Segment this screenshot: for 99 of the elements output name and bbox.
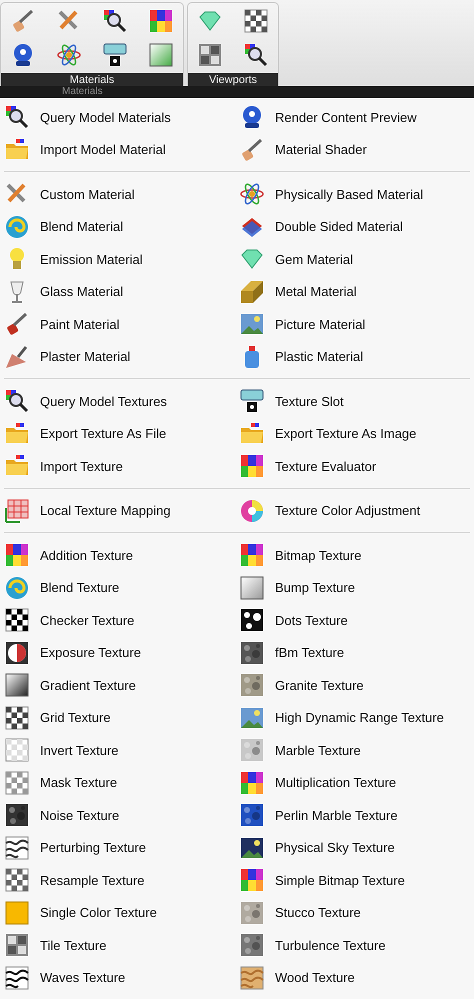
panel-title: Materials: [1, 73, 183, 86]
menu-item[interactable]: Picture Material: [239, 308, 470, 340]
menu-item[interactable]: Blend Texture: [4, 572, 239, 604]
menu-item[interactable]: Double Sided Material: [239, 210, 470, 243]
menu-item[interactable]: Perturbing Texture: [4, 832, 239, 864]
noise-icon: [239, 900, 265, 926]
tile-icon: [197, 42, 223, 68]
atom-icon: [239, 181, 265, 208]
menu-item[interactable]: Noise Texture: [4, 799, 239, 832]
menu-item[interactable]: Stucco Texture: [239, 896, 470, 929]
trowel-icon: [4, 344, 30, 370]
checker-icon: [4, 607, 30, 634]
menu-item[interactable]: Query Model Materials: [4, 101, 239, 134]
menu-item[interactable]: Tile Texture: [4, 929, 239, 962]
menu-item[interactable]: Emission Material: [4, 243, 239, 276]
menu-item[interactable]: Blend Material: [4, 210, 239, 243]
menu-item[interactable]: Simple Bitmap Texture: [239, 864, 470, 896]
brush-icon: [4, 311, 30, 338]
menu-item[interactable]: Checker Texture: [4, 604, 239, 636]
menu-item[interactable]: Addition Texture: [4, 539, 239, 572]
metal-bars-icon: [239, 278, 265, 305]
menu-item[interactable]: Render Content Preview: [239, 101, 470, 134]
noise-icon: [4, 802, 30, 828]
noise-icon: [239, 932, 265, 958]
color-grid-icon: [239, 542, 265, 568]
menu-item[interactable]: Import Texture: [4, 450, 239, 482]
menu-item[interactable]: Waves Texture: [4, 962, 239, 994]
menu-item[interactable]: Invert Texture: [4, 734, 239, 766]
menu-item[interactable]: Metal Material: [239, 276, 470, 308]
panel-title: Viewports: [188, 73, 278, 86]
swirl-icon: [4, 574, 30, 601]
menu-item[interactable]: fBm Texture: [239, 636, 470, 669]
menu-item[interactable]: Texture Evaluator: [239, 450, 470, 482]
gradient-icon: [4, 672, 30, 698]
menu-item[interactable]: Plastic Material: [239, 340, 470, 373]
menu-item[interactable]: High Dynamic Range Texture: [239, 702, 470, 734]
menu-item[interactable]: Mask Texture: [4, 766, 239, 799]
menu-item[interactable]: Texture Color Adjustment: [239, 494, 470, 527]
checker-icon: [243, 8, 269, 34]
square-icon: [4, 900, 30, 926]
menu-item[interactable]: Marble Texture: [239, 734, 470, 766]
color-grid-icon: [4, 542, 30, 568]
noise-icon: [239, 640, 265, 666]
wave-icon: [4, 834, 30, 861]
tile-icon: [4, 932, 30, 958]
magnifier-icon: [243, 42, 269, 68]
noise-icon: [239, 802, 265, 828]
menu-item[interactable]: Query Model Textures: [4, 385, 239, 418]
magnifier-icon: [4, 388, 30, 414]
menu-item[interactable]: Physical Sky Texture: [239, 832, 470, 864]
menu-item[interactable]: Grid Texture: [4, 702, 239, 734]
menu-item[interactable]: Wood Texture: [239, 962, 470, 994]
checker-icon: [4, 737, 30, 764]
reflected-title: Materials: [62, 86, 103, 98]
magnifier-icon: [4, 104, 30, 130]
brush-icon: [10, 8, 36, 34]
wave-icon: [239, 964, 265, 991]
menu-item[interactable]: Granite Texture: [239, 669, 470, 702]
color-grid-icon: [239, 770, 265, 796]
grid-arrow-icon: [4, 498, 30, 524]
checker-icon: [4, 770, 30, 796]
menu-item[interactable]: Import Model Material: [4, 134, 239, 166]
menu-item[interactable]: Material Shader: [239, 134, 470, 166]
menu-item[interactable]: Exposure Texture: [4, 636, 239, 669]
checker-icon: [4, 704, 30, 731]
wave-icon: [4, 964, 30, 991]
menu-item[interactable]: Gem Material: [239, 243, 470, 276]
menu-item[interactable]: Local Texture Mapping: [4, 494, 239, 527]
menu-item[interactable]: Single Color Texture: [4, 896, 239, 929]
magnifier-icon: [102, 8, 128, 34]
menu-item[interactable]: Perlin Marble Texture: [239, 799, 470, 832]
menu-item[interactable]: Gradient Texture: [4, 669, 239, 702]
menu-item[interactable]: Export Texture As Image: [239, 418, 470, 450]
swirl-icon: [4, 214, 30, 240]
menu-item[interactable]: Multiplication Texture: [239, 766, 470, 799]
menu-item[interactable]: Export Texture As File: [4, 418, 239, 450]
color-grid-icon: [239, 867, 265, 894]
menu-item[interactable]: Texture Slot: [239, 385, 470, 418]
dots-icon: [239, 607, 265, 634]
atom-icon: [56, 42, 82, 68]
menu-item[interactable]: Glass Material: [4, 276, 239, 308]
color-grid-icon: [239, 453, 265, 480]
brush-icon: [239, 136, 265, 163]
menu-item[interactable]: Bitmap Texture: [239, 539, 470, 572]
menu-item[interactable]: Turbulence Texture: [239, 929, 470, 962]
color-grid-icon: [148, 8, 174, 34]
gradient-icon: [148, 42, 174, 68]
menu-item[interactable]: Resample Texture: [4, 864, 239, 896]
menu-item[interactable]: Bump Texture: [239, 572, 470, 604]
menu-item[interactable]: Dots Texture: [239, 604, 470, 636]
menu-item[interactable]: Custom Material: [4, 178, 239, 210]
menu-item[interactable]: Physically Based Material: [239, 178, 470, 210]
noise-icon: [239, 672, 265, 698]
menu-item[interactable]: Paint Material: [4, 308, 239, 340]
gradient-icon: [239, 574, 265, 601]
color-wheel-icon: [239, 498, 265, 524]
noise-icon: [239, 737, 265, 764]
menu-item[interactable]: Plaster Material: [4, 340, 239, 373]
checker-icon: [4, 867, 30, 894]
